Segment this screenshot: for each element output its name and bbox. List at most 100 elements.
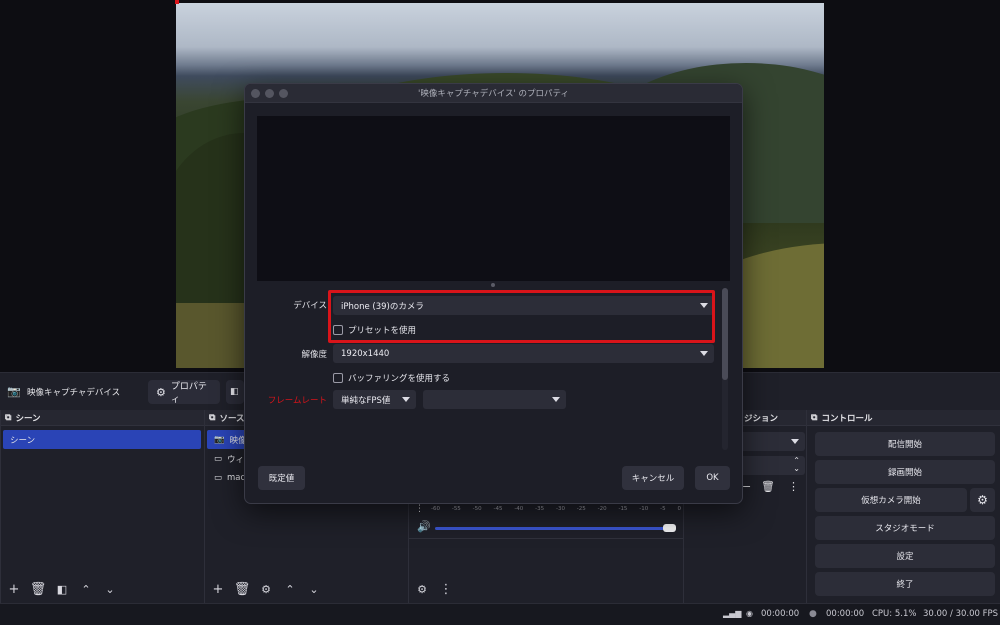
scenes-title: シーン: [15, 413, 41, 424]
source-item-label: mac: [227, 472, 246, 483]
status-bar: ▂▄▆ ◉ 00:00:00 ● 00:00:00 CPU: 5.1% 30.0…: [0, 603, 1000, 625]
controls-header: ⧉ コントロール: [807, 410, 1000, 426]
chevron-down-icon: [791, 439, 799, 444]
transitions-title: ジション: [744, 413, 779, 424]
chevron-up-icon[interactable]: ⌃: [77, 580, 95, 598]
dialog-scrollbar-thumb[interactable]: [722, 288, 728, 380]
zoom-window-button[interactable]: [279, 89, 288, 98]
controls-title: コントロール: [821, 413, 873, 424]
meter-tick: -20: [597, 506, 607, 512]
dialog-preview: [257, 116, 730, 281]
virtual-camera-settings-button[interactable]: ⚙: [970, 488, 995, 512]
mixer-divider: [409, 538, 684, 539]
record-icon: ●: [809, 609, 817, 619]
settings-button[interactable]: 設定: [815, 544, 995, 568]
stream-icon: ◉: [746, 609, 753, 618]
meter-tick: -30: [555, 506, 565, 512]
scene-item[interactable]: シーン: [3, 430, 201, 449]
meter-tick: -15: [618, 506, 628, 512]
chevron-down-icon[interactable]: ⌄: [305, 580, 323, 598]
scenes-header: ⧉ シーン: [1, 410, 204, 426]
selected-source-name: 映像キャプチャデバイス: [27, 388, 121, 398]
chevron-down-icon[interactable]: ⌄: [101, 580, 119, 598]
resolution-label: 解像度: [301, 350, 327, 360]
exit-button[interactable]: 終了: [815, 572, 995, 596]
filter-icon[interactable]: ◧: [53, 580, 71, 598]
buffering-label: バッファリングを使用する: [348, 374, 451, 384]
meter-tick: -45: [493, 506, 503, 512]
meter-tick: -5: [660, 506, 666, 512]
gear-icon[interactable]: ⚙: [257, 580, 275, 598]
filters-button[interactable]: ◧: [226, 380, 244, 404]
gear-icon: ⚙: [977, 493, 988, 507]
start-virtual-camera-button[interactable]: 仮想カメラ開始: [815, 488, 967, 512]
signal-icon: ▂▄▆: [723, 609, 742, 618]
cancel-button[interactable]: キャンセル: [622, 466, 684, 490]
sources-title: ソース: [219, 413, 245, 424]
close-window-button[interactable]: [251, 89, 260, 98]
source-item-label: ウィ: [227, 454, 245, 465]
framerate-label: フレームレート: [267, 396, 327, 406]
mixer-footer: ⚙ ⋮: [409, 578, 455, 600]
chevron-up-icon[interactable]: ⌃: [281, 580, 299, 598]
gear-icon: ⚙: [156, 385, 166, 399]
more-icon[interactable]: ⋮: [415, 504, 424, 514]
start-recording-button[interactable]: 録画開始: [815, 460, 995, 484]
monitor-icon: ▭: [214, 472, 223, 483]
resolution-value: 1920x1440: [341, 348, 390, 359]
dock-icon: ⧉: [5, 412, 12, 423]
framerate-value: 単純なFPS値: [341, 395, 391, 406]
studio-mode-button[interactable]: スタジオモード: [815, 516, 995, 540]
volume-icon[interactable]: 🔊: [417, 520, 431, 533]
sources-footer: + 🗑 ⚙ ⌃ ⌄: [205, 578, 323, 600]
meter-scale: -60 -55 -50 -45 -40 -35 -30 -25 -20 -15 …: [431, 506, 681, 512]
chevron-down-icon: [402, 397, 410, 402]
resolution-select[interactable]: 1920x1440: [333, 344, 714, 363]
framerate-type-select[interactable]: 単純なFPS値: [333, 390, 416, 409]
minimize-window-button[interactable]: [265, 89, 274, 98]
stepper-icon: ⌃ ⌄: [793, 456, 800, 473]
defaults-button[interactable]: 既定値: [258, 466, 305, 490]
gear-icon[interactable]: ⚙: [413, 580, 431, 598]
trash-icon[interactable]: 🗑: [233, 580, 251, 598]
dialog-titlebar[interactable]: '映像キャプチャデバイス' のプロパティ: [245, 84, 742, 103]
stream-time: 00:00:00: [761, 609, 800, 619]
minus-icon[interactable]: −: [742, 480, 751, 493]
annotation-highlight-box: [328, 290, 715, 343]
splitter-handle[interactable]: [491, 283, 495, 287]
ok-button[interactable]: OK: [695, 466, 730, 490]
cpu-usage: CPU: 5.1%: [872, 609, 917, 619]
volume-slider-track[interactable]: [435, 527, 671, 530]
trash-icon[interactable]: 🗑: [29, 580, 47, 598]
meter-tick: 0: [677, 506, 681, 512]
fps-readout: 30.00 / 30.00 FPS: [923, 609, 999, 619]
trash-icon[interactable]: 🗑: [761, 480, 775, 493]
start-streaming-button[interactable]: 配信開始: [815, 432, 995, 456]
dialog-scrollbar[interactable]: [722, 288, 728, 450]
add-icon[interactable]: +: [5, 580, 23, 598]
more-icon[interactable]: ⋮: [437, 580, 455, 598]
device-label: デバイス: [293, 301, 327, 311]
scenes-dock: ⧉ シーン シーン + 🗑 ◧ ⌃ ⌄: [0, 410, 204, 603]
scenes-footer: + 🗑 ◧ ⌃ ⌄: [1, 578, 119, 600]
preview-handle[interactable]: [175, 0, 179, 4]
dock-icon: ⧉: [209, 412, 216, 423]
add-icon[interactable]: +: [209, 580, 227, 598]
meter-tick: -25: [576, 506, 586, 512]
volume-slider-handle[interactable]: [663, 524, 676, 532]
meter-tick: -35: [535, 506, 545, 512]
properties-button[interactable]: ⚙ プロパティ: [148, 380, 220, 405]
framerate-value-select[interactable]: [423, 390, 566, 409]
dock-icon: ⧉: [811, 412, 818, 423]
meter-tick: -40: [514, 506, 524, 512]
meter-tick: -60: [431, 506, 440, 512]
more-icon[interactable]: ⋮: [788, 480, 799, 493]
meter-tick: -10: [639, 506, 649, 512]
meter-tick: -55: [451, 506, 461, 512]
checkbox-box: [333, 373, 343, 383]
properties-label: プロパティ: [170, 382, 207, 405]
camera-icon: 📷: [7, 385, 21, 398]
dialog-title: '映像キャプチャデバイス' のプロパティ: [417, 89, 570, 99]
chevron-down-icon: [552, 397, 560, 402]
buffering-checkbox[interactable]: バッファリングを使用する: [333, 372, 450, 384]
